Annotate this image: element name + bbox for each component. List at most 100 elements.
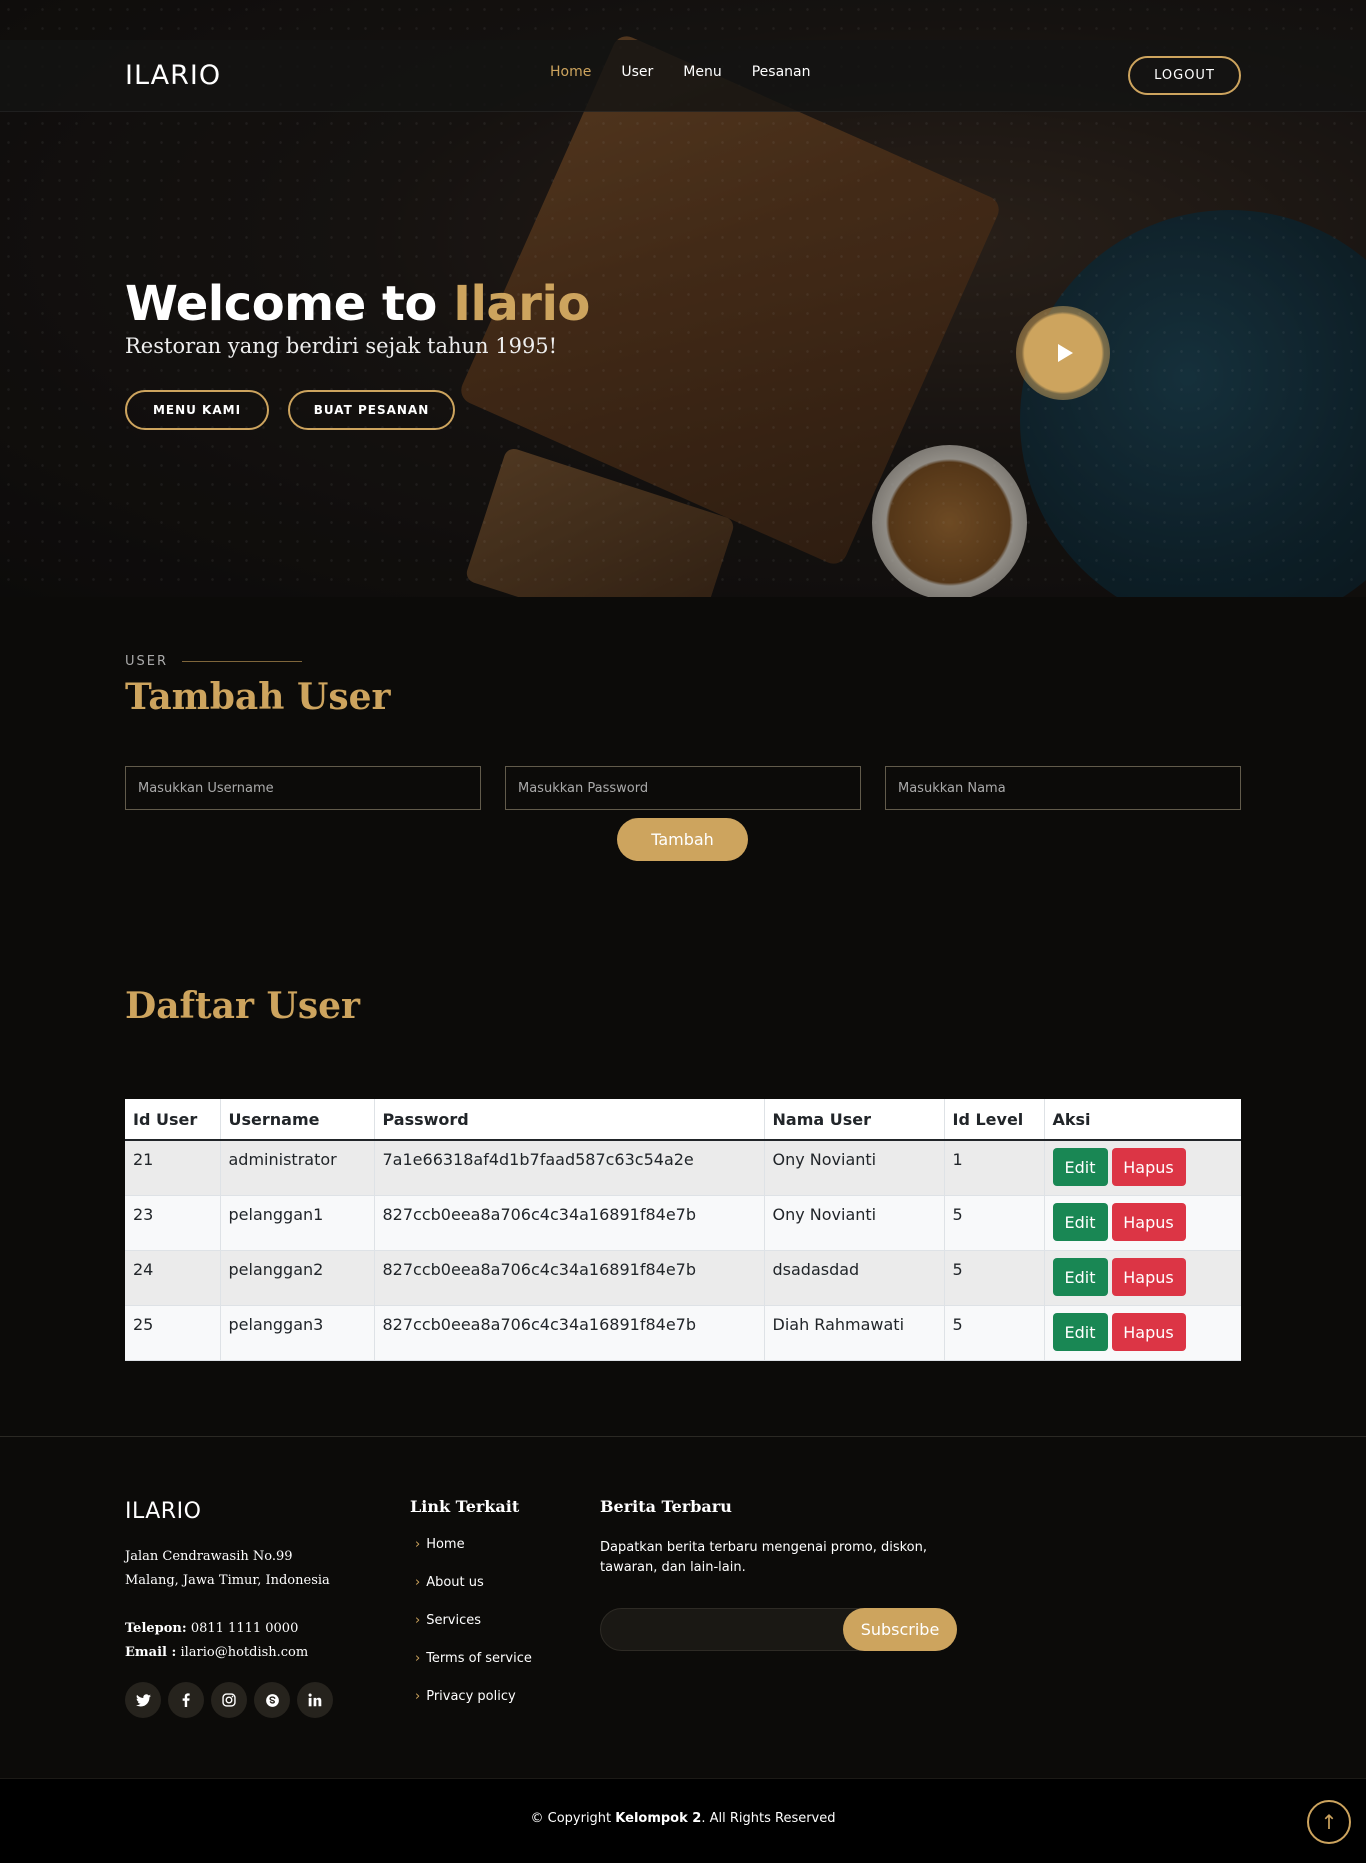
chevron-right-icon: › [415,1613,421,1628]
password-input[interactable] [505,766,861,810]
arrow-up-icon: ↑ [1320,1810,1338,1834]
cell-level: 5 [944,1195,1045,1251]
hero-title-prefix: Welcome to [125,276,454,332]
cell-id: 23 [125,1195,221,1251]
footer-address-line1: Jalan Cendrawasih No.99 [125,1549,293,1564]
hero-subtitle: Restoran yang berdiri sejak tahun 1995! [125,334,558,358]
col-aksi: Aksi [1044,1099,1241,1141]
cell-username: pelanggan2 [220,1250,375,1306]
cell-level: 1 [944,1140,1045,1196]
footer-link-home[interactable]: › Home [415,1537,465,1552]
cell-id: 21 [125,1140,221,1196]
links-title: Link Terkait [410,1497,520,1516]
col-id-user: Id User [125,1099,221,1141]
col-username: Username [220,1099,375,1141]
cell-nama: Ony Novianti [764,1140,945,1196]
phone-value: 0811 1111 0000 [190,1621,299,1636]
footer-link-label: Terms of service [426,1651,532,1666]
linkedin-icon[interactable] [297,1682,333,1718]
nav-pesanan[interactable]: Pesanan [752,64,811,80]
hero-title-accent: Ilario [453,276,590,332]
cell-actions: Edit Hapus [1044,1140,1241,1196]
footer [0,1436,1366,1778]
email-value: ilario@hotdish.com [180,1645,309,1660]
cell-id: 24 [125,1250,221,1306]
subscribe-button[interactable]: Subscribe [843,1608,957,1651]
edit-button[interactable]: Edit [1052,1203,1108,1241]
nav-home[interactable]: Home [550,64,591,80]
section-label: USER [125,654,303,669]
cell-level: 5 [944,1305,1045,1361]
cell-actions: Edit Hapus [1044,1250,1241,1306]
cell-level: 5 [944,1250,1045,1306]
menu-kami-button[interactable]: MENU KAMI [125,390,269,430]
table-row: 25 pelanggan3 827ccb0eea8a706c4c34a16891… [125,1305,1241,1361]
site-logo[interactable]: ILARIO [125,60,221,91]
nav-user[interactable]: User [621,64,653,80]
delete-button[interactable]: Hapus [1111,1148,1186,1186]
facebook-icon[interactable] [168,1682,204,1718]
logout-button[interactable]: LOGOUT [1128,56,1241,95]
delete-button[interactable]: Hapus [1111,1313,1186,1351]
col-nama-user: Nama User [764,1099,945,1141]
copyright-owner: Kelompok 2 [615,1811,702,1826]
cell-password: 7a1e66318af4d1b7faad587c63c54a2e [374,1140,765,1196]
user-list-title: Daftar User [125,985,361,1027]
cell-actions: Edit Hapus [1044,1305,1241,1361]
chevron-right-icon: › [415,1651,421,1666]
chevron-right-icon: › [415,1575,421,1590]
delete-button[interactable]: Hapus [1111,1203,1186,1241]
cell-username: administrator [220,1140,375,1196]
cell-password: 827ccb0eea8a706c4c34a16891f84e7b [374,1195,765,1251]
table-header-row: Id User Username Password Nama User Id L… [125,1099,1241,1141]
edit-button[interactable]: Edit [1052,1148,1108,1186]
news-text: Dapatkan berita terbaru mengenai promo, … [600,1540,927,1575]
footer-link-services[interactable]: › Services [415,1613,481,1628]
footer-link-privacy[interactable]: › Privacy policy [415,1689,516,1704]
buat-pesanan-button[interactable]: BUAT PESANAN [288,390,455,430]
cell-actions: Edit Hapus [1044,1195,1241,1251]
footer-link-label: About us [426,1575,484,1590]
play-icon [1057,344,1073,362]
footer-email: Email : ilario@hotdish.com [125,1645,308,1660]
username-input[interactable] [125,766,481,810]
users-table: Id User Username Password Nama User Id L… [125,1099,1241,1361]
chevron-right-icon: › [415,1537,421,1552]
edit-button[interactable]: Edit [1052,1313,1108,1351]
edit-button[interactable]: Edit [1052,1258,1108,1296]
instagram-icon[interactable] [211,1682,247,1718]
tambah-button[interactable]: Tambah [617,818,748,861]
hero-title: Welcome to Ilario [125,276,590,332]
footer-logo: ILARIO [125,1499,202,1524]
table-row: 23 pelanggan1 827ccb0eea8a706c4c34a16891… [125,1195,1241,1251]
footer-link-label: Home [426,1537,465,1552]
footer-address-line2: Malang, Jawa Timur, Indonesia [125,1573,330,1588]
col-password: Password [374,1099,765,1141]
copyright-prefix: © Copyright [530,1811,616,1826]
cell-nama: dsadasdad [764,1250,945,1306]
delete-button[interactable]: Hapus [1111,1258,1186,1296]
add-user-title: Tambah User [125,676,391,718]
col-id-level: Id Level [944,1099,1045,1141]
footer-phone: Telepon: 0811 1111 0000 [125,1621,298,1636]
main-nav: Home User Menu Pesanan [550,64,840,80]
nav-menu[interactable]: Menu [683,64,721,80]
news-title: Berita Terbaru [600,1497,732,1516]
chevron-right-icon: › [415,1689,421,1704]
cell-password: 827ccb0eea8a706c4c34a16891f84e7b [374,1305,765,1361]
twitter-icon[interactable] [125,1682,161,1718]
back-to-top-button[interactable]: ↑ [1307,1800,1351,1844]
email-label: Email : [125,1645,177,1660]
footer-link-label: Services [426,1613,482,1628]
cell-id: 25 [125,1305,221,1361]
skype-icon[interactable] [254,1682,290,1718]
cell-nama: Ony Novianti [764,1195,945,1251]
copyright-suffix: . All Rights Reserved [701,1811,836,1826]
nama-input[interactable] [885,766,1241,810]
footer-link-terms[interactable]: › Terms of service [415,1651,532,1666]
play-video-button[interactable] [1016,306,1110,400]
cell-nama: Diah Rahmawati [764,1305,945,1361]
table-row: 21 administrator 7a1e66318af4d1b7faad587… [125,1140,1241,1196]
cell-username: pelanggan1 [220,1195,375,1251]
footer-link-about[interactable]: › About us [415,1575,484,1590]
